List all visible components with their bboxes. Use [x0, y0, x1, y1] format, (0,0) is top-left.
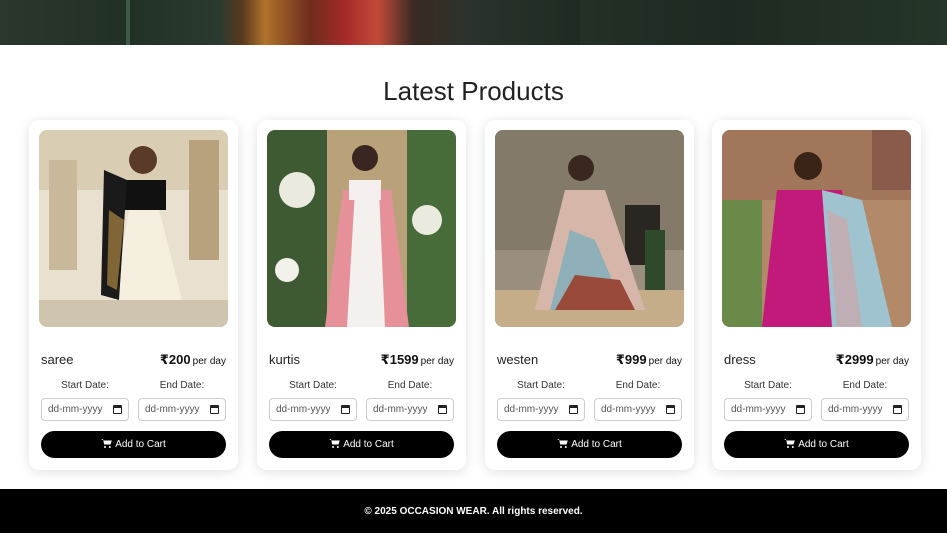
button-label: Add to Cart: [343, 439, 394, 450]
price-unit: per day: [875, 356, 909, 367]
product-image[interactable]: [495, 130, 684, 327]
end-date-label: End Date:: [159, 380, 205, 391]
calendar-icon[interactable]: [438, 405, 447, 414]
add-to-cart-button[interactable]: Add to Cart: [41, 431, 226, 458]
product-name: saree: [41, 352, 74, 367]
calendar-icon[interactable]: [113, 405, 122, 414]
cart-icon: [784, 439, 796, 448]
end-date-input[interactable]: dd-mm-yyyy: [594, 398, 682, 421]
cart-icon: [557, 439, 569, 448]
button-label: Add to Cart: [798, 439, 849, 450]
start-date-label: Start Date:: [744, 380, 792, 391]
date-placeholder: dd-mm-yyyy: [601, 404, 656, 415]
price-value: ₹999: [615, 352, 647, 367]
date-placeholder: dd-mm-yyyy: [828, 404, 883, 415]
date-placeholder: dd-mm-yyyy: [145, 404, 200, 415]
product-card-westen: westen ₹999 per day Start Date: End Date:…: [485, 120, 694, 470]
start-date-input[interactable]: dd-mm-yyyy: [724, 398, 812, 421]
product-price: ₹999 per day: [616, 352, 682, 368]
hero-image-left: [0, 0, 130, 45]
product-price: ₹200 per day: [160, 352, 226, 368]
cart-icon: [101, 439, 113, 448]
product-price: ₹1599 per day: [381, 352, 454, 368]
footer-copyright: © 2025 OCCASION WEAR. All rights reserve…: [364, 506, 583, 517]
end-date-input[interactable]: dd-mm-yyyy: [821, 398, 909, 421]
cart-icon: [329, 439, 341, 448]
end-date-label: End Date:: [387, 380, 433, 391]
calendar-icon[interactable]: [666, 405, 675, 414]
start-date-input[interactable]: dd-mm-yyyy: [497, 398, 585, 421]
date-placeholder: dd-mm-yyyy: [48, 404, 103, 415]
product-card-dress: dress ₹2999 per day Start Date: End Date:…: [712, 120, 921, 470]
date-placeholder: dd-mm-yyyy: [504, 404, 559, 415]
date-placeholder: dd-mm-yyyy: [731, 404, 786, 415]
hero-image-center: [130, 0, 580, 45]
price-value: ₹1599: [380, 352, 419, 367]
date-placeholder: dd-mm-yyyy: [373, 404, 428, 415]
start-date-label: Start Date:: [61, 380, 109, 391]
end-date-label: End Date:: [615, 380, 661, 391]
price-unit: per day: [648, 356, 682, 367]
product-card-kurtis: kurtis ₹1599 per day Start Date: End Date…: [257, 120, 466, 470]
price-unit: per day: [192, 356, 226, 367]
button-label: Add to Cart: [115, 439, 166, 450]
price-value: ₹2999: [835, 352, 874, 367]
add-to-cart-button[interactable]: Add to Cart: [724, 431, 909, 458]
product-name: dress: [724, 352, 756, 367]
add-to-cart-button[interactable]: Add to Cart: [269, 431, 454, 458]
section-title: Latest Products: [383, 76, 564, 106]
hero-image-right: [580, 0, 947, 45]
end-date-input[interactable]: dd-mm-yyyy: [366, 398, 454, 421]
product-image[interactable]: [722, 130, 911, 327]
product-image[interactable]: [39, 130, 228, 327]
calendar-icon[interactable]: [796, 405, 805, 414]
add-to-cart-button[interactable]: Add to Cart: [497, 431, 682, 458]
product-card-saree: saree ₹200 per day Start Date: End Date: …: [29, 120, 238, 470]
product-name: westen: [497, 352, 539, 367]
product-price: ₹2999 per day: [836, 352, 909, 368]
price-unit: per day: [420, 356, 454, 367]
start-date-input[interactable]: dd-mm-yyyy: [41, 398, 129, 421]
hero-banner: [0, 0, 947, 45]
date-placeholder: dd-mm-yyyy: [276, 404, 331, 415]
end-date-input[interactable]: dd-mm-yyyy: [138, 398, 226, 421]
calendar-icon[interactable]: [341, 405, 350, 414]
start-date-label: Start Date:: [517, 380, 565, 391]
calendar-icon[interactable]: [893, 405, 902, 414]
start-date-label: Start Date:: [289, 380, 337, 391]
button-label: Add to Cart: [571, 439, 622, 450]
footer: © 2025 OCCASION WEAR. All rights reserve…: [0, 489, 947, 533]
calendar-icon[interactable]: [569, 405, 578, 414]
end-date-label: End Date:: [842, 380, 888, 391]
calendar-icon[interactable]: [210, 405, 219, 414]
start-date-input[interactable]: dd-mm-yyyy: [269, 398, 357, 421]
product-image[interactable]: [267, 130, 456, 327]
product-name: kurtis: [269, 352, 301, 367]
price-value: ₹200: [159, 352, 191, 367]
